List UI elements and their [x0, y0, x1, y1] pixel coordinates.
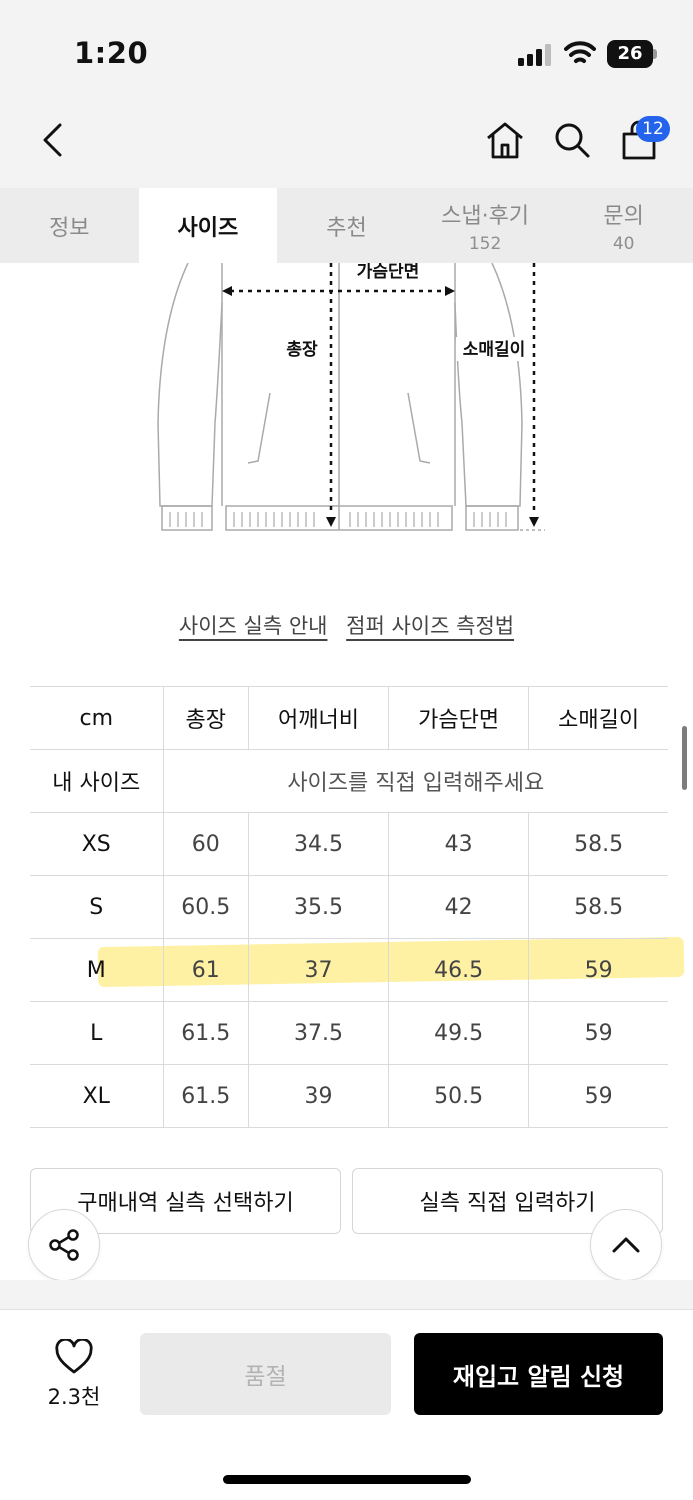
tab-label: 정보 — [49, 215, 90, 241]
tab-recommend[interactable]: 추천 — [277, 188, 416, 263]
table-cell: 46.5 — [388, 938, 530, 1002]
size-label: XL — [30, 1064, 164, 1128]
tab-label: 추천 — [326, 215, 367, 241]
tab-label: 문의 — [603, 203, 644, 229]
cellular-signal-icon — [518, 44, 551, 66]
jacket-measurement-diagram: 가슴단면 총장 소매길이 — [157, 263, 545, 531]
table-cell: 61.5 — [162, 1001, 249, 1065]
size-label: L — [30, 1001, 164, 1065]
column-header: 가슴단면 — [388, 686, 530, 750]
scrollbar[interactable] — [682, 726, 687, 790]
battery-icon: 26 — [607, 40, 657, 68]
product-tabs: 정보 사이즈 추천 스냅·후기 152 문의 40 — [0, 188, 693, 263]
chest-measure-label: 가슴단면 — [357, 263, 420, 282]
table-header-row: cm 총장 어깨너비 가슴단면 소매길이 — [30, 686, 668, 750]
cart-count-badge: 12 — [636, 116, 670, 142]
search-button[interactable] — [550, 116, 594, 164]
tab-label: 스냅·후기 — [441, 203, 530, 229]
table-cell: 59 — [528, 1001, 668, 1065]
top-navigation — [0, 100, 693, 188]
table-row: S 60.5 35.5 42 58.5 — [30, 875, 668, 939]
size-guide-links: 사이즈 실측 안내 점퍼 사이즈 측정법 — [0, 610, 693, 640]
clock: 1:20 — [74, 36, 149, 70]
tab-count: 40 — [612, 233, 635, 254]
jumper-measure-guide-link[interactable]: 점퍼 사이즈 측정법 — [346, 614, 514, 638]
like-count: 2.3천 — [47, 1385, 101, 1409]
table-cell: 43 — [388, 812, 530, 876]
my-size-label: 내 사이즈 — [30, 749, 164, 813]
restock-alert-button[interactable]: 재입고 알림 신청 — [414, 1333, 663, 1415]
size-label: M — [30, 938, 164, 1002]
back-button[interactable] — [30, 118, 74, 162]
tab-info[interactable]: 정보 — [0, 188, 139, 263]
share-button[interactable] — [28, 1209, 100, 1281]
table-cell: 39 — [247, 1064, 390, 1128]
column-header: 총장 — [162, 686, 249, 750]
tab-size[interactable]: 사이즈 — [138, 188, 278, 263]
bottom-purchase-bar: 2.3천 품절 재입고 알림 신청 — [0, 1311, 693, 1500]
chevron-left-icon — [43, 123, 62, 157]
table-cell: 50.5 — [388, 1064, 530, 1128]
soldout-button: 품절 — [140, 1333, 391, 1415]
heart-icon — [55, 1337, 93, 1374]
table-row: XS 60 34.5 43 58.5 — [30, 812, 668, 876]
table-cell: 58.5 — [528, 875, 668, 939]
home-icon — [487, 122, 523, 159]
my-size-row[interactable]: 내 사이즈 사이즈를 직접 입력해주세요 — [30, 749, 668, 813]
table-cell: 37 — [247, 938, 390, 1002]
table-cell: 35.5 — [247, 875, 390, 939]
column-header: 어깨너비 — [247, 686, 390, 750]
table-row: L 61.5 37.5 49.5 59 — [30, 1001, 668, 1065]
size-label: XS — [30, 812, 164, 876]
tab-label: 사이즈 — [177, 215, 239, 241]
table-cell: 34.5 — [247, 812, 390, 876]
my-size-input-prompt[interactable]: 사이즈를 직접 입력해주세요 — [162, 749, 668, 813]
table-cell: 59 — [528, 1064, 668, 1128]
tab-count: 152 — [468, 233, 502, 254]
home-button[interactable] — [482, 116, 528, 164]
table-cell: 58.5 — [528, 812, 668, 876]
like-button[interactable]: 2.3천 — [40, 1337, 108, 1411]
table-cell: 61.5 — [162, 1064, 249, 1128]
status-bar: 1:20 26 — [0, 0, 693, 100]
battery-level: 26 — [607, 40, 653, 68]
scroll-to-top-button[interactable] — [590, 1209, 662, 1281]
home-indicator — [223, 1475, 471, 1484]
tab-snap-review[interactable]: 스냅·후기 152 — [416, 188, 555, 263]
table-cell: 60.5 — [162, 875, 249, 939]
size-measure-guide-link[interactable]: 사이즈 실측 안내 — [179, 614, 328, 638]
unit-header: cm — [30, 686, 164, 750]
table-cell: 61 — [162, 938, 249, 1002]
wifi-icon — [564, 41, 596, 63]
size-table: cm 총장 어깨너비 가슴단면 소매길이 내 사이즈 사이즈를 직접 입력해주세… — [30, 686, 668, 1128]
section-divider — [0, 1280, 693, 1310]
column-header: 소매길이 — [528, 686, 668, 750]
size-label: S — [30, 875, 164, 939]
tab-inquiry[interactable]: 문의 40 — [554, 188, 693, 263]
table-cell: 42 — [388, 875, 530, 939]
share-icon — [49, 1229, 79, 1261]
table-cell: 37.5 — [247, 1001, 390, 1065]
table-cell: 60 — [162, 812, 249, 876]
sleeve-measure-label: 소매길이 — [463, 340, 526, 360]
length-measure-label: 총장 — [286, 340, 318, 360]
search-icon — [555, 123, 590, 158]
table-row: M 61 37 46.5 59 — [30, 938, 668, 1002]
chevron-up-icon — [612, 1237, 640, 1253]
table-cell: 59 — [528, 938, 668, 1002]
table-row: XL 61.5 39 50.5 59 — [30, 1064, 668, 1128]
table-cell: 49.5 — [388, 1001, 530, 1065]
